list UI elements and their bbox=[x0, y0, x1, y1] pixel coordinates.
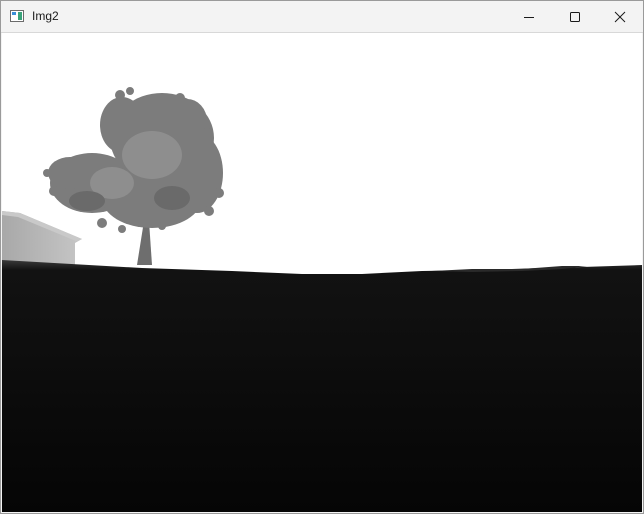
maximize-button[interactable] bbox=[552, 1, 598, 32]
minimize-button[interactable] bbox=[506, 1, 552, 32]
title-bar[interactable]: Img2 bbox=[1, 1, 643, 33]
minimize-icon bbox=[523, 11, 535, 23]
close-button[interactable] bbox=[597, 1, 643, 32]
app-window: Img2 bbox=[0, 0, 644, 514]
app-window-icon bbox=[10, 9, 24, 22]
ground bbox=[2, 260, 642, 512]
image-canvas bbox=[2, 33, 642, 512]
window-title: Img2 bbox=[32, 9, 59, 23]
close-icon bbox=[614, 11, 626, 23]
maximize-icon bbox=[569, 11, 581, 23]
